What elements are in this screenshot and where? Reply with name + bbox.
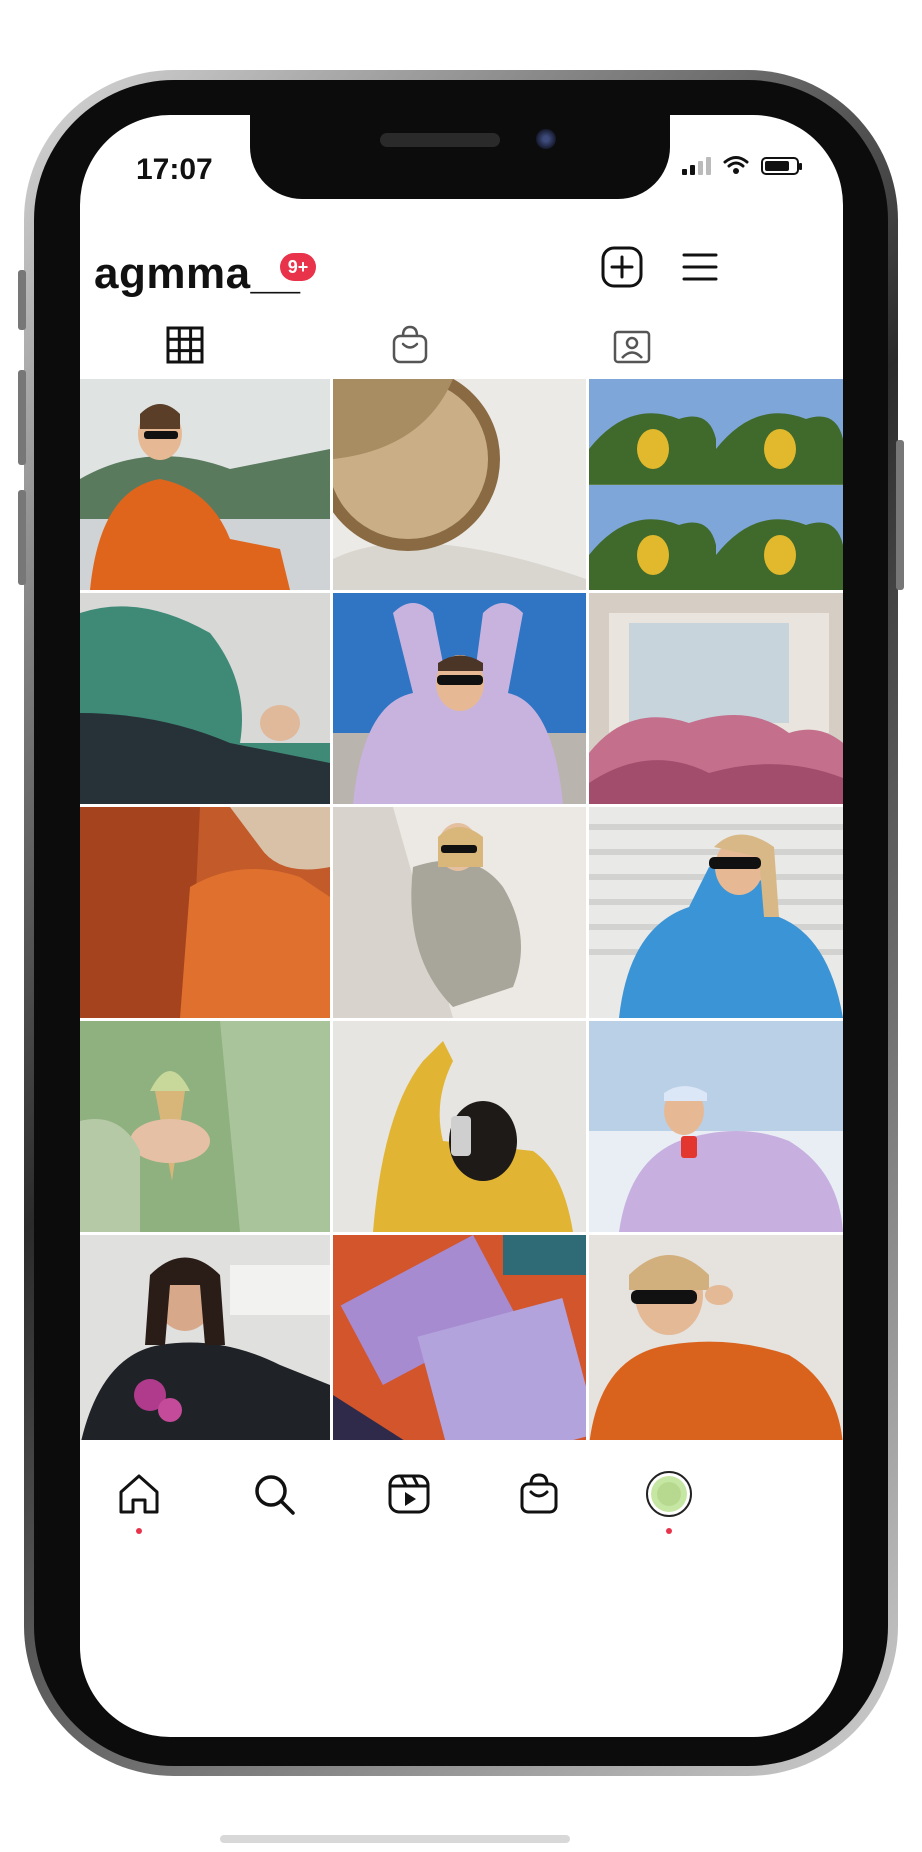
signal-icon [682,157,711,175]
grid-post[interactable] [589,807,843,1018]
plus-square-icon[interactable] [600,245,644,289]
speaker-icon [380,133,500,147]
grid-post[interactable] [80,593,330,804]
grid-post[interactable] [333,593,586,804]
grid-post[interactable] [80,807,330,1018]
profile-notification-dot [666,1528,672,1534]
phone-volume-up-button [18,370,26,465]
status-icons [682,155,802,175]
posts-grid [80,379,843,1446]
profile-tabs [80,315,843,385]
notification-badge[interactable]: 9+ [280,253,316,281]
home-notification-dot [136,1528,142,1534]
profile-avatar[interactable] [645,1470,693,1518]
hamburger-menu-icon[interactable] [680,247,720,287]
grid-post[interactable] [589,1235,843,1446]
username: agmma__ [94,249,301,298]
tagged-person-icon[interactable] [610,323,654,367]
grid-post[interactable] [589,379,843,590]
grid-icon[interactable] [163,323,207,367]
device-shadow [220,1835,570,1843]
grid-post[interactable] [589,1021,843,1232]
phone-power-button [896,440,904,590]
search-icon[interactable] [250,1470,298,1518]
notch [250,115,670,199]
grid-post[interactable] [333,1235,586,1446]
grid-post[interactable] [80,379,330,590]
home-icon[interactable] [115,1470,163,1518]
grid-post[interactable] [333,379,586,590]
phone-volume-down-button [18,490,26,585]
reels-icon[interactable] [385,1470,433,1518]
shopping-bag-icon[interactable] [515,1470,563,1518]
profile-header: agmma__ 9+ [80,235,843,325]
status-time: 17:07 [136,153,213,186]
phone-side-button [18,270,26,330]
battery-icon [761,157,802,175]
front-camera-icon [536,129,556,149]
bottom-nav [80,1440,843,1560]
grid-post[interactable] [333,807,586,1018]
grid-post[interactable] [333,1021,586,1232]
wifi-icon [723,156,749,174]
phone-screen: 17:07 agmma__ 9+ [80,115,843,1737]
shopping-bag-icon[interactable] [388,323,432,367]
grid-post[interactable] [80,1021,330,1232]
grid-post[interactable] [589,593,843,804]
grid-post[interactable] [80,1235,330,1446]
